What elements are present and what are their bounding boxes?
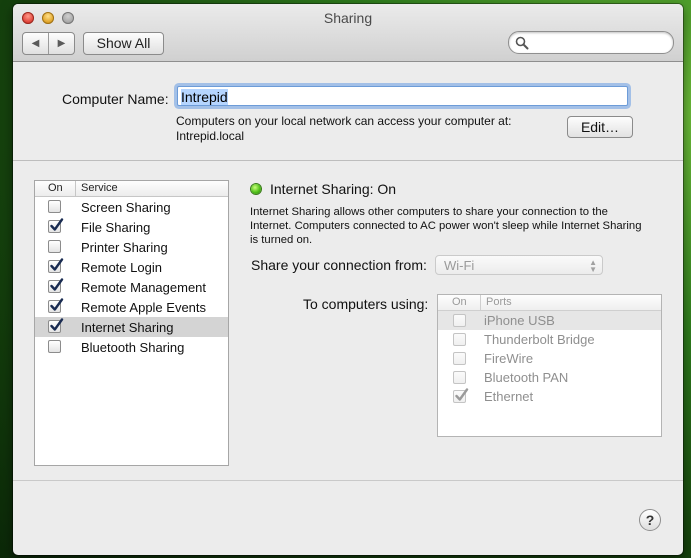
share-from-popup[interactable]: Wi-Fi ▲ ▼ bbox=[435, 255, 603, 275]
port-label: FireWire bbox=[484, 351, 534, 366]
ports-header-on: On bbox=[452, 296, 467, 308]
help-button[interactable]: ? bbox=[639, 509, 661, 531]
port-label: Bluetooth PAN bbox=[484, 370, 569, 385]
port-checkbox bbox=[453, 314, 466, 327]
local-hostname: Intrepid.local bbox=[176, 129, 245, 143]
port-checkbox bbox=[453, 352, 466, 365]
service-label: Screen Sharing bbox=[81, 200, 171, 215]
ports-list: On Ports iPhone USB Thunderbolt Bridge Fir… bbox=[437, 294, 662, 437]
service-checkbox[interactable] bbox=[48, 200, 61, 213]
service-label: Remote Management bbox=[81, 280, 207, 295]
service-label: Internet Sharing bbox=[81, 320, 174, 335]
service-description: Internet Sharing allows other computers … bbox=[250, 206, 642, 246]
sharing-window: Sharing ◀ ▶ Show All Computer Name: Intr… bbox=[13, 4, 683, 555]
bottom-divider bbox=[13, 480, 683, 481]
popup-arrows-icon: ▲ ▼ bbox=[589, 258, 597, 274]
service-row[interactable]: Internet Sharing bbox=[35, 317, 228, 337]
service-checkbox[interactable] bbox=[48, 318, 64, 333]
port-checkbox bbox=[453, 388, 469, 403]
search-input[interactable] bbox=[508, 31, 674, 54]
service-checkbox[interactable] bbox=[48, 298, 64, 313]
search-icon bbox=[515, 36, 529, 50]
service-list-header: On Service bbox=[35, 181, 228, 197]
service-row[interactable]: Remote Apple Events bbox=[35, 297, 228, 317]
service-label: Remote Login bbox=[81, 260, 162, 275]
port-row: iPhone USB bbox=[438, 311, 661, 330]
service-label: Printer Sharing bbox=[81, 240, 168, 255]
forward-arrow-icon[interactable]: ▶ bbox=[49, 33, 74, 54]
port-label: Thunderbolt Bridge bbox=[484, 332, 595, 347]
service-checkbox[interactable] bbox=[48, 218, 64, 233]
service-checkbox[interactable] bbox=[48, 340, 61, 353]
show-all-button[interactable]: Show All bbox=[83, 32, 164, 55]
access-info: Computers on your local network can acce… bbox=[176, 114, 511, 144]
back-arrow-icon[interactable]: ◀ bbox=[23, 33, 49, 54]
service-label: File Sharing bbox=[81, 220, 151, 235]
port-label: iPhone USB bbox=[484, 313, 555, 328]
port-row: Bluetooth PAN bbox=[438, 368, 661, 387]
share-from-value: Wi-Fi bbox=[444, 258, 475, 273]
port-row: FireWire bbox=[438, 349, 661, 368]
computer-name-section: Computer Name: Intrepid Computers on you… bbox=[13, 62, 683, 161]
service-label: Remote Apple Events bbox=[81, 300, 207, 315]
to-computers-label: To computers using: bbox=[303, 296, 429, 312]
service-row[interactable]: Printer Sharing bbox=[35, 237, 228, 257]
port-row: Thunderbolt Bridge bbox=[438, 330, 661, 349]
service-row[interactable]: Screen Sharing bbox=[35, 197, 228, 217]
back-forward-control: ◀ ▶ bbox=[22, 32, 75, 55]
ports-list-header: On Ports bbox=[438, 295, 661, 311]
port-checkbox bbox=[453, 371, 466, 384]
window-title: Sharing bbox=[323, 10, 373, 26]
service-row[interactable]: Remote Login bbox=[35, 257, 228, 277]
port-checkbox bbox=[453, 333, 466, 346]
status-indicator-icon bbox=[251, 184, 261, 194]
header-on: On bbox=[48, 182, 63, 194]
share-from-label: Share your connection from: bbox=[251, 257, 427, 273]
port-row: Ethernet bbox=[438, 387, 661, 406]
service-row[interactable]: Bluetooth Sharing bbox=[35, 337, 228, 357]
service-label: Bluetooth Sharing bbox=[81, 340, 185, 355]
service-checkbox[interactable] bbox=[48, 278, 64, 293]
computer-name-field[interactable]: Intrepid bbox=[177, 86, 628, 106]
service-checkbox[interactable] bbox=[48, 258, 64, 273]
status-title: Internet Sharing: On bbox=[270, 181, 397, 197]
ports-header-ports: Ports bbox=[480, 295, 512, 310]
service-list: On Service Screen Sharing File Sharing Pri… bbox=[34, 180, 229, 466]
service-row[interactable]: File Sharing bbox=[35, 217, 228, 237]
title-bar: Sharing ◀ ▶ Show All bbox=[13, 4, 683, 62]
computer-name-label: Computer Name: bbox=[62, 91, 169, 107]
edit-button[interactable]: Edit… bbox=[567, 116, 633, 138]
access-info-line: Computers on your local network can acce… bbox=[176, 114, 512, 128]
header-service: Service bbox=[75, 181, 118, 196]
service-row[interactable]: Remote Management bbox=[35, 277, 228, 297]
computer-name-value: Intrepid bbox=[181, 89, 228, 105]
port-label: Ethernet bbox=[484, 389, 534, 404]
service-checkbox[interactable] bbox=[48, 240, 61, 253]
